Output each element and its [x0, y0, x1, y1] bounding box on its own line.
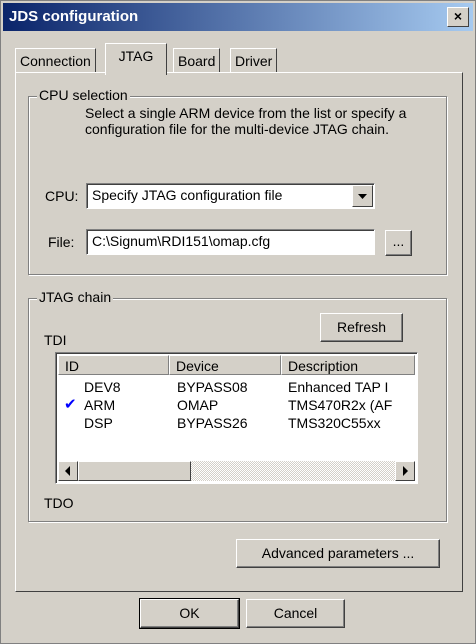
- cpu-select[interactable]: Specify JTAG configuration file: [86, 183, 375, 209]
- chevron-right-icon[interactable]: [395, 461, 415, 481]
- column-header-description[interactable]: Description: [281, 355, 415, 375]
- column-header-device[interactable]: Device: [169, 355, 281, 375]
- title-bar[interactable]: JDS configuration ×: [3, 3, 473, 31]
- row-device: BYPASS26: [177, 415, 248, 431]
- row-id: DEV8: [84, 379, 121, 395]
- row-id: ARM: [84, 397, 116, 413]
- file-path-value: C:\Signum\RDI151\omap.cfg: [92, 233, 271, 249]
- row-description: TMS470R2x (AF: [288, 397, 393, 413]
- table-row[interactable]: DEV8 BYPASS08 Enhanced TAP I: [58, 378, 415, 396]
- browse-button[interactable]: ...: [385, 230, 412, 256]
- cpu-selection-description: Select a single ARM device from the list…: [85, 105, 407, 137]
- close-icon[interactable]: ×: [447, 7, 469, 27]
- tab-label: Connection: [20, 53, 91, 69]
- row-id: DSP: [84, 415, 113, 431]
- check-icon[interactable]: ✔: [64, 396, 77, 414]
- jtag-chain-legend: JTAG chain: [37, 289, 114, 305]
- row-device: OMAP: [177, 397, 219, 413]
- row-description: Enhanced TAP I: [288, 379, 389, 395]
- window-title: JDS configuration: [9, 8, 139, 25]
- cpu-selection-group: CPU selection Select a single ARM device…: [28, 87, 447, 275]
- tdo-label: TDO: [44, 495, 74, 511]
- horizontal-scrollbar[interactable]: [58, 461, 415, 481]
- cpu-label: CPU:: [45, 188, 79, 204]
- cancel-button[interactable]: Cancel: [246, 599, 345, 628]
- scrollbar-thumb[interactable]: [78, 461, 191, 481]
- jtag-tab-panel: CPU selection Select a single ARM device…: [15, 72, 463, 592]
- refresh-button[interactable]: Refresh: [320, 313, 403, 342]
- cpu-select-value: Specify JTAG configuration file: [92, 187, 283, 203]
- table-row[interactable]: ✔ ARM OMAP TMS470R2x (AF: [58, 396, 415, 414]
- chevron-down-icon[interactable]: [352, 185, 373, 207]
- tab-connection[interactable]: Connection: [15, 48, 96, 73]
- row-description: TMS320C55xx: [288, 415, 381, 431]
- file-label: File:: [48, 234, 75, 250]
- tab-jtag[interactable]: JTAG: [105, 43, 167, 75]
- tdi-label: TDI: [44, 332, 67, 348]
- column-header-id[interactable]: ID: [58, 355, 169, 375]
- cpu-selection-legend: CPU selection: [37, 87, 130, 103]
- file-path-field[interactable]: C:\Signum\RDI151\omap.cfg: [86, 229, 375, 255]
- ok-button[interactable]: OK: [139, 598, 240, 629]
- jtag-chain-group: JTAG chain TDI Refresh ID Device Descrip…: [28, 289, 447, 522]
- tab-label: Driver: [235, 53, 273, 69]
- chevron-left-icon[interactable]: [58, 461, 78, 481]
- tab-label: JTAG: [118, 48, 154, 64]
- row-device: BYPASS08: [177, 379, 248, 395]
- advanced-parameters-button[interactable]: Advanced parameters ...: [236, 539, 440, 568]
- tab-label: Board: [178, 53, 216, 69]
- tab-driver[interactable]: Driver: [230, 48, 278, 73]
- jtag-device-list[interactable]: ID Device Description DEV8 BYPASS08 Enha…: [55, 352, 418, 484]
- table-row[interactable]: DSP BYPASS26 TMS320C55xx: [58, 414, 415, 432]
- dialog-window: JDS configuration × Connection JTAG Boar…: [0, 0, 476, 644]
- tab-board[interactable]: Board: [173, 48, 221, 73]
